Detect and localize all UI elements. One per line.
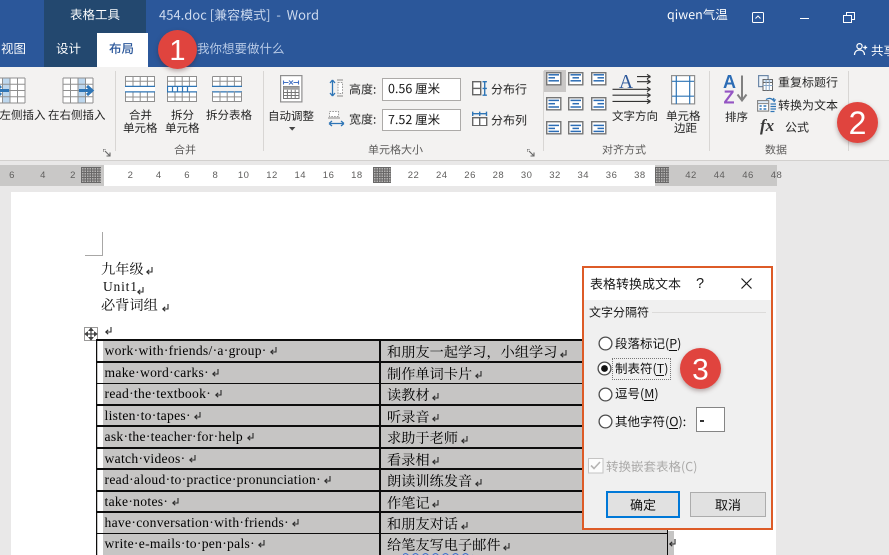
svg-text:Z: Z — [724, 88, 735, 105]
svg-text:3: 3 — [692, 353, 709, 386]
svg-text:1: 1 — [169, 35, 185, 67]
svg-text:fx: fx — [760, 117, 775, 135]
svg-text:2: 2 — [849, 105, 867, 141]
